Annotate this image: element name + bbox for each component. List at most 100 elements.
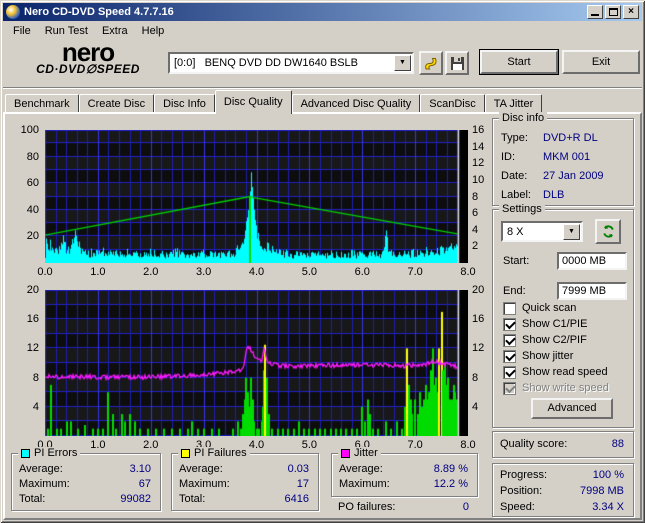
end-position-label: End: xyxy=(503,285,526,297)
jitter-color-swatch xyxy=(341,448,350,458)
start-position-label: Start: xyxy=(503,255,530,267)
stat-label: Maximum: xyxy=(19,478,70,490)
stat-value: 0.03 xyxy=(287,463,309,475)
chevron-down-icon[interactable]: ▼ xyxy=(394,55,411,71)
minimize-button[interactable] xyxy=(587,5,603,19)
checkbox-show-read-speed[interactable]: Show read speed xyxy=(503,365,608,379)
logo-cddvd: CD·DVD xyxy=(36,62,86,76)
stat-label: Maximum: xyxy=(339,478,390,490)
checkbox-icon[interactable] xyxy=(503,317,516,331)
disc-info-panel: Disc info Type: DVD+R DL ID: MKM 001 Date:… xyxy=(492,112,634,206)
title-bar[interactable]: Nero CD-DVD Speed 4.7.7.16 × xyxy=(3,3,642,21)
axis-tick-label: 7.0 xyxy=(407,439,423,451)
axis-tick-label: 4 xyxy=(32,400,39,413)
axis-tick-label: 12 xyxy=(26,342,39,355)
eject-disc-button[interactable] xyxy=(419,51,443,75)
cdspeed-logo-text: CD·DVD∅SPEED xyxy=(11,63,165,75)
tab-scandisc[interactable]: ScanDisc xyxy=(420,94,485,114)
pi-failures-title: PI Failures xyxy=(194,447,247,459)
refresh-icon xyxy=(602,225,614,238)
tab-disc-info[interactable]: Disc Info xyxy=(154,94,215,114)
tab-ta-jitter[interactable]: TA Jitter xyxy=(484,94,543,114)
logo-speed: SPEED xyxy=(96,62,140,76)
drive-select-value: [0:0] BENQ DVD DD DW1640 BSLB xyxy=(174,57,359,69)
pi-failures-legend: PI Failures xyxy=(178,447,250,459)
close-button[interactable]: × xyxy=(623,5,639,19)
pi-failures-panel: PI Failures Average: 0.03 Maximum: 17 Tota… xyxy=(171,447,319,511)
checkbox-show-jitter[interactable]: Show jitter xyxy=(503,349,573,363)
speed-select-value: 8 X xyxy=(507,225,524,238)
chevron-down-icon[interactable]: ▼ xyxy=(563,223,580,240)
axis-tick-label: 1.0 xyxy=(90,439,106,451)
drive-select[interactable]: [0:0] BENQ DVD DD DW1640 BSLB ▼ xyxy=(168,52,414,74)
speed-value: 3.34 X xyxy=(592,501,624,513)
checkbox-label: Show C1/PIE xyxy=(522,318,588,330)
stat-value: 6416 xyxy=(284,493,309,505)
pie-chart-canvas xyxy=(45,130,468,263)
progress-label: Progress: xyxy=(500,469,548,481)
axis-tick-label: 100 xyxy=(20,124,39,136)
checkbox-icon[interactable] xyxy=(503,301,516,315)
disc-label-value: DLB xyxy=(543,189,565,201)
maximize-icon xyxy=(609,8,618,16)
disc-date-value: 27 Jan 2009 xyxy=(543,170,604,182)
jitter-legend: Jitter xyxy=(338,447,381,459)
checkbox-show-c1-pie[interactable]: Show C1/PIE xyxy=(503,317,587,331)
end-position-field[interactable]: 7999 MB xyxy=(557,282,627,300)
axis-tick-label: 8 xyxy=(32,371,39,384)
tab-advanced-disc-quality[interactable]: Advanced Disc Quality xyxy=(291,94,421,114)
checkbox-label: Show write speed xyxy=(522,382,609,394)
stat-label: Average: xyxy=(339,463,383,475)
window-title: Nero CD-DVD Speed 4.7.7.16 xyxy=(24,6,174,18)
checkbox-show-c2-pif[interactable]: Show C2/PIF xyxy=(503,333,587,347)
save-icon xyxy=(450,56,464,70)
save-button[interactable] xyxy=(445,51,469,75)
minimize-icon xyxy=(591,14,599,16)
progress-panel: Progress: 100 % Position: 7998 MB Speed: 3.… xyxy=(492,463,634,517)
tab-create-disc[interactable]: Create Disc xyxy=(78,94,155,114)
tab-disc-quality[interactable]: Disc Quality xyxy=(214,90,292,114)
checkbox-label: Show jitter xyxy=(522,350,574,362)
tab-benchmark[interactable]: Benchmark xyxy=(5,94,79,114)
disc-label-label: Label: xyxy=(501,189,531,201)
disc-quality-page: 100 80 60 40 20 16 14 12 10 8 6 4 2 0.0 1.0 2.0 3.0 4.0 5.… xyxy=(3,112,642,520)
advanced-button[interactable]: Advanced xyxy=(531,398,613,419)
axis-tick-label: 8.0 xyxy=(460,266,476,278)
refresh-button[interactable] xyxy=(595,219,621,244)
checkbox-quick-scan[interactable]: Quick scan xyxy=(503,301,576,315)
axis-tick-label: 20 xyxy=(26,230,39,243)
start-position-field[interactable]: 0000 MB xyxy=(557,252,627,270)
axis-tick-label: 80 xyxy=(26,150,39,163)
axis-tick-label: 0.0 xyxy=(37,266,53,278)
po-failures-label: PO failures: xyxy=(338,501,396,513)
stat-label: Average: xyxy=(179,463,223,475)
disc-id-value: MKM 001 xyxy=(543,151,591,163)
menu-help[interactable]: Help xyxy=(135,23,172,39)
stat-label: Average: xyxy=(19,463,63,475)
stat-value: 99082 xyxy=(120,493,151,505)
stat-label: Total: xyxy=(179,493,206,505)
axis-tick-label: 16 xyxy=(26,313,39,326)
axis-tick-label: 7.0 xyxy=(407,266,423,278)
pi-failures-color-swatch xyxy=(181,448,190,458)
checkbox-icon[interactable] xyxy=(503,349,516,363)
pi-errors-color-swatch xyxy=(21,448,30,458)
settings-title-text: Settings xyxy=(502,203,542,215)
start-button[interactable]: Start xyxy=(480,50,558,74)
speed-label: Speed: xyxy=(500,501,535,513)
speed-select[interactable]: 8 X ▼ xyxy=(501,221,583,242)
stat-value: 67 xyxy=(138,478,151,490)
exit-button[interactable]: Exit xyxy=(562,50,640,74)
toolbar: nero CD·DVD∅SPEED [0:0] BENQ DVD DD DW16… xyxy=(3,39,642,87)
checkbox-icon[interactable] xyxy=(503,333,516,347)
checkbox-label: Show read speed xyxy=(522,366,608,378)
po-failures-value: 0 xyxy=(462,501,469,513)
stat-value: 8.89 % xyxy=(433,463,468,475)
axis-tick-label: 3.0 xyxy=(195,266,212,278)
axis-tick-label: 5.0 xyxy=(301,439,318,451)
checkbox-icon[interactable] xyxy=(503,365,516,379)
menu-file[interactable]: File xyxy=(6,23,38,39)
quality-score-label: Quality score: xyxy=(500,438,568,450)
pi-errors-title: PI Errors xyxy=(34,447,78,459)
maximize-button[interactable] xyxy=(605,5,621,19)
